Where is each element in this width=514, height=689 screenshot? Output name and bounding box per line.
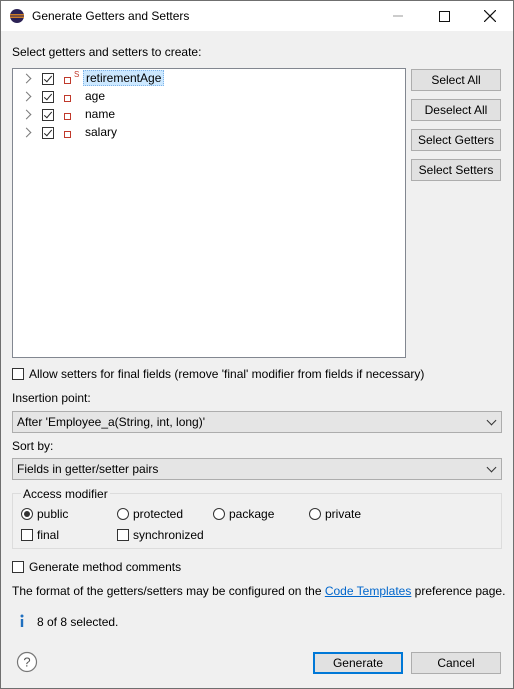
generate-comments-checkbox[interactable] <box>12 561 24 573</box>
access-modifier-label: Access modifier <box>21 487 110 501</box>
sort-by-select[interactable]: Fields in getter/setter pairs <box>12 458 502 480</box>
field-label: age <box>85 89 106 103</box>
private-field-icon <box>64 131 71 138</box>
private-field-icon <box>64 113 71 120</box>
minimize-button[interactable] <box>375 1 421 31</box>
sort-by-value: Fields in getter/setter pairs <box>17 462 159 476</box>
minimize-icon <box>393 15 403 17</box>
title-bar: Generate Getters and Setters <box>1 1 513 31</box>
private-label: private <box>325 507 362 521</box>
status-text: 8 of 8 selected. <box>37 615 119 629</box>
window-title: Generate Getters and Setters <box>32 9 190 23</box>
public-label: public <box>37 507 69 521</box>
svg-text:?: ? <box>23 655 30 670</box>
chevron-down-icon <box>486 415 497 426</box>
insertion-point-value: After 'Employee_a(String, int, long)' <box>17 415 206 429</box>
protected-label: protected <box>133 507 184 521</box>
insertion-point-label: Insertion point: <box>12 391 91 405</box>
format-info-text: The format of the getters/setters may be… <box>12 584 505 598</box>
field-checkbox[interactable] <box>42 127 54 139</box>
private-field-icon <box>64 77 71 84</box>
eclipse-icon <box>10 9 24 23</box>
help-icon[interactable]: ? <box>16 651 38 673</box>
chevron-down-icon <box>486 462 497 473</box>
fields-tree[interactable]: S retirementAge age name salary <box>12 68 406 358</box>
format-prefix: The format of the getters/setters may be… <box>12 584 325 598</box>
allow-final-checkbox[interactable] <box>12 368 24 380</box>
chevron-right-icon[interactable] <box>21 91 32 102</box>
maximize-icon <box>438 10 450 22</box>
info-icon <box>20 614 24 627</box>
tree-row[interactable]: age <box>13 88 393 106</box>
select-prompt-label: Select getters and setters to create: <box>12 45 202 59</box>
chevron-right-icon[interactable] <box>21 109 32 120</box>
generate-button[interactable]: Generate <box>313 652 403 674</box>
tree-row[interactable]: S retirementAge <box>13 70 393 88</box>
private-field-icon <box>64 95 71 102</box>
field-label: retirementAge <box>83 70 165 86</box>
format-suffix: preference page. <box>411 584 506 598</box>
public-radio[interactable] <box>21 508 33 520</box>
chevron-right-icon[interactable] <box>21 73 32 84</box>
field-label: name <box>85 107 116 121</box>
field-checkbox[interactable] <box>42 91 54 103</box>
field-checkbox[interactable] <box>42 73 54 85</box>
protected-radio[interactable] <box>117 508 129 520</box>
synchronized-label: synchronized <box>133 528 204 542</box>
select-all-button[interactable]: Select All <box>411 69 501 91</box>
maximize-button[interactable] <box>421 1 467 31</box>
tree-row[interactable]: salary <box>13 124 393 142</box>
synchronized-checkbox[interactable] <box>117 529 129 541</box>
static-marker: S <box>74 70 80 79</box>
tree-row[interactable]: name <box>13 106 393 124</box>
final-checkbox[interactable] <box>21 529 33 541</box>
cancel-button[interactable]: Cancel <box>411 652 501 674</box>
sort-by-label: Sort by: <box>12 439 54 453</box>
field-label: salary <box>85 125 118 139</box>
chevron-right-icon[interactable] <box>21 127 32 138</box>
close-icon <box>484 10 496 22</box>
select-setters-button[interactable]: Select Setters <box>411 159 501 181</box>
close-button[interactable] <box>467 1 513 31</box>
final-label: final <box>37 528 60 542</box>
generate-comments-label: Generate method comments <box>29 560 182 574</box>
code-templates-link[interactable]: Code Templates <box>325 584 412 598</box>
dialog-window: Generate Getters and Setters Select gett… <box>0 0 514 689</box>
package-radio[interactable] <box>213 508 225 520</box>
select-getters-button[interactable]: Select Getters <box>411 129 501 151</box>
field-checkbox[interactable] <box>42 109 54 121</box>
deselect-all-button[interactable]: Deselect All <box>411 99 501 121</box>
private-radio[interactable] <box>309 508 321 520</box>
package-label: package <box>229 507 275 521</box>
insertion-point-select[interactable]: After 'Employee_a(String, int, long)' <box>12 411 502 433</box>
allow-final-label: Allow setters for final fields (remove '… <box>29 367 425 381</box>
access-modifier-group <box>12 493 502 549</box>
